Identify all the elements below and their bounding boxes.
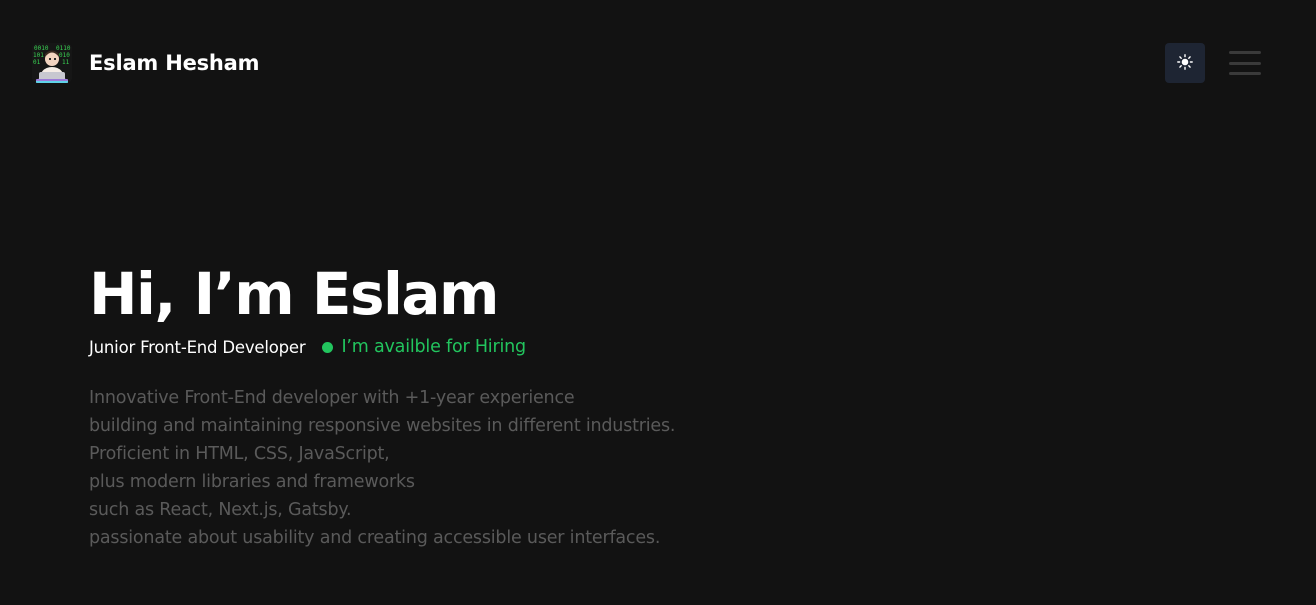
svg-text:0110: 0110: [56, 45, 71, 52]
bio-line: plus modern libraries and frameworks: [89, 472, 415, 492]
hero-title: Hi, I’m Eslam: [89, 260, 500, 328]
bio-line: Innovative Front-End developer with +1-y…: [89, 388, 575, 408]
hamburger-menu-button[interactable]: [1227, 49, 1263, 77]
bio-line: such as React, Next.js, Gatsby.: [89, 500, 352, 520]
bio-line: Proficient in HTML, CSS, JavaScript,: [89, 444, 390, 464]
hero-section: Hi, I’m Eslam Junior Front-End Developer…: [89, 258, 889, 552]
hiring-status-badge: I’m availble for Hiring: [322, 337, 526, 357]
svg-text:010: 010: [59, 52, 70, 59]
brand-home-link[interactable]: 0010 0110 101 010 01 11 Eslam Hesham: [32, 43, 260, 83]
status-dot-icon: [322, 341, 334, 353]
theme-toggle-button[interactable]: [1165, 43, 1205, 83]
hiring-status-text: I’m availble for Hiring: [341, 337, 526, 357]
hero-subline: Junior Front-End Developer I’m availble …: [89, 334, 889, 360]
job-role: Junior Front-End Developer: [89, 337, 306, 357]
sun-icon: [1177, 53, 1193, 73]
svg-text:11: 11: [62, 59, 70, 66]
svg-text:101: 101: [33, 52, 44, 59]
bio-line: building and maintaining responsive webs…: [89, 416, 676, 436]
coder-avatar-icon: 0010 0110 101 010 01 11: [32, 43, 72, 83]
svg-text:0010: 0010: [34, 45, 49, 52]
bio-line: passionate about usability and creating …: [89, 528, 661, 548]
bio-paragraph: Innovative Front-End developer with +1-y…: [89, 384, 889, 552]
svg-text:01: 01: [33, 59, 41, 66]
site-header: 0010 0110 101 010 01 11 Eslam Hesham: [0, 0, 1316, 128]
brand-name: Eslam Hesham: [89, 51, 260, 75]
